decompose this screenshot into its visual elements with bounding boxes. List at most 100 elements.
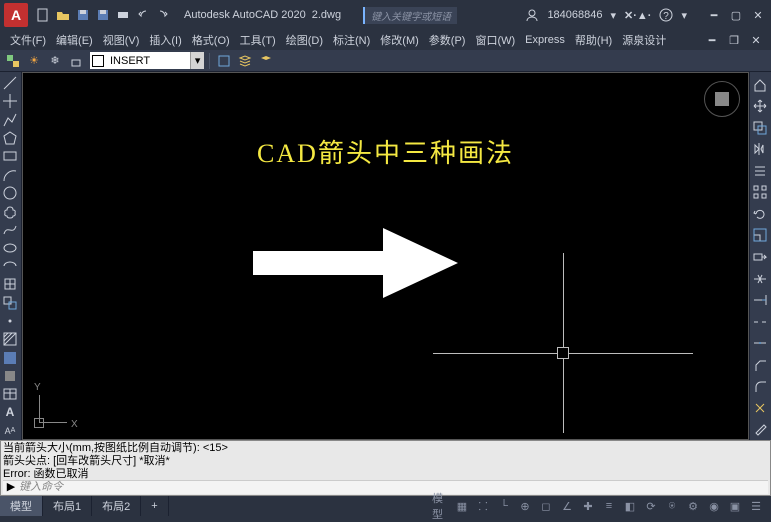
menu-window[interactable]: 窗口(W) — [471, 31, 519, 49]
chamfer-tool-icon[interactable] — [750, 355, 770, 375]
viewcube[interactable] — [704, 81, 740, 117]
osnap-toggle-icon[interactable]: ◻ — [537, 498, 555, 514]
command-input-row[interactable]: ▶ 键入命令 — [3, 480, 768, 494]
erase-tool-icon[interactable] — [750, 420, 770, 440]
model-toggle-icon[interactable]: 模型 — [432, 498, 450, 514]
x-exchange-icon[interactable]: ✕·▲· — [624, 9, 651, 22]
copy-tool-icon[interactable] — [750, 118, 770, 138]
menu-view[interactable]: 视图(V) — [99, 31, 144, 49]
layer-manager-icon[interactable] — [236, 52, 254, 70]
menu-tools[interactable]: 工具(T) — [236, 31, 280, 49]
snap-toggle-icon[interactable]: ⸬ — [474, 498, 492, 514]
join-tool-icon[interactable] — [750, 333, 770, 353]
insert-block-tool-icon[interactable] — [0, 276, 20, 292]
chevron-down-icon[interactable]: ▾ — [611, 9, 617, 22]
cycle-toggle-icon[interactable]: ⟳ — [642, 498, 660, 514]
tab-model[interactable]: 模型 — [0, 496, 43, 516]
otrack-toggle-icon[interactable]: ∠ — [558, 498, 576, 514]
stretch-tool-icon[interactable] — [750, 247, 770, 267]
saveas-icon[interactable] — [94, 6, 112, 24]
menu-format[interactable]: 格式(O) — [188, 31, 234, 49]
menu-dimension[interactable]: 标注(N) — [329, 31, 374, 49]
tab-layout1[interactable]: 布局1 — [43, 496, 92, 516]
polar-toggle-icon[interactable]: ⊕ — [516, 498, 534, 514]
doc-close-button[interactable]: ✕ — [747, 33, 765, 47]
rectangle-tool-icon[interactable] — [0, 148, 20, 164]
layer-states-icon[interactable] — [215, 52, 233, 70]
rotate-tool-icon[interactable] — [750, 204, 770, 224]
move-tool-icon[interactable] — [750, 97, 770, 117]
extend-tool-icon[interactable] — [750, 290, 770, 310]
gradient-tool-icon[interactable] — [0, 349, 20, 365]
text-tool-icon[interactable]: AA — [0, 423, 20, 439]
spline-tool-icon[interactable] — [0, 221, 20, 237]
polygon-tool-icon[interactable] — [0, 130, 20, 146]
new-icon[interactable] — [34, 6, 52, 24]
redo-icon[interactable] — [154, 6, 172, 24]
array-tool-icon[interactable] — [750, 183, 770, 203]
user-icon[interactable] — [525, 8, 539, 22]
table-tool-icon[interactable] — [0, 386, 20, 402]
region-tool-icon[interactable] — [0, 368, 20, 384]
menu-help[interactable]: 帮助(H) — [571, 31, 616, 49]
point-tool-icon[interactable] — [0, 313, 20, 329]
tab-add-button[interactable]: + — [141, 496, 168, 516]
menu-express[interactable]: Express — [521, 33, 569, 47]
menu-insert[interactable]: 插入(I) — [145, 31, 185, 49]
cleanscreen-toggle-icon[interactable]: ▣ — [726, 498, 744, 514]
isolate-toggle-icon[interactable]: ◉ — [705, 498, 723, 514]
drawing-canvas[interactable]: CAD箭头中三种画法 Y X — [22, 72, 749, 440]
explode-tool-icon[interactable] — [750, 398, 770, 418]
arc-tool-icon[interactable] — [0, 166, 20, 182]
menu-yuanquan[interactable]: 源泉设计 — [618, 31, 670, 49]
ortho-toggle-icon[interactable]: └ — [495, 498, 513, 514]
undo-icon[interactable] — [134, 6, 152, 24]
ellipse-tool-icon[interactable] — [0, 240, 20, 256]
open-icon[interactable] — [54, 6, 72, 24]
search-input[interactable]: 键入关键字或短语 — [363, 7, 457, 24]
plot-icon[interactable] — [114, 6, 132, 24]
fillet-tool-icon[interactable] — [750, 376, 770, 396]
offset-tool-icon[interactable] — [750, 161, 770, 181]
tab-layout2[interactable]: 布局2 — [92, 496, 141, 516]
menu-parametric[interactable]: 参数(P) — [425, 31, 470, 49]
command-line[interactable]: 当前箭头大小(mm,按图纸比例自动调节): <15> 箭头尖点: [回车改箭头尺… — [0, 440, 771, 496]
doc-restore-button[interactable]: ❐ — [725, 33, 743, 47]
make-block-tool-icon[interactable] — [0, 295, 20, 311]
dyn-toggle-icon[interactable]: ✚ — [579, 498, 597, 514]
xline-tool-icon[interactable] — [0, 93, 20, 109]
scale-tool-icon[interactable] — [750, 226, 770, 246]
mtext-tool-icon[interactable]: A — [0, 404, 20, 420]
user-name[interactable]: 184068846 — [547, 9, 602, 21]
save-icon[interactable] — [74, 6, 92, 24]
layer-off-icon[interactable]: ❄ — [46, 52, 64, 70]
menu-modify[interactable]: 修改(M) — [376, 31, 423, 49]
chevron-down-icon[interactable]: ▾ — [681, 9, 687, 22]
app-logo[interactable]: A — [4, 3, 28, 27]
polyline-tool-icon[interactable] — [0, 112, 20, 128]
minimize-button[interactable]: ━ — [705, 8, 723, 22]
transparency-toggle-icon[interactable]: ◧ — [621, 498, 639, 514]
lwt-toggle-icon[interactable]: ≡ — [600, 498, 618, 514]
chevron-down-icon[interactable]: ▾ — [190, 52, 204, 69]
sun-icon[interactable]: ☀ — [25, 52, 43, 70]
menu-edit[interactable]: 编辑(E) — [52, 31, 97, 49]
menu-draw[interactable]: 绘图(D) — [282, 31, 327, 49]
help-icon[interactable]: ? — [659, 8, 673, 22]
close-button[interactable]: ✕ — [749, 8, 767, 22]
circle-tool-icon[interactable] — [0, 185, 20, 201]
block-insert-icon[interactable] — [4, 52, 22, 70]
mirror-tool-icon[interactable] — [750, 140, 770, 160]
annotation-toggle-icon[interactable]: ⍟ — [663, 498, 681, 514]
revcloud-tool-icon[interactable] — [0, 203, 20, 219]
layer-iso-icon[interactable] — [257, 52, 275, 70]
break-tool-icon[interactable] — [750, 312, 770, 332]
layer-lock-icon[interactable] — [67, 52, 85, 70]
command-input[interactable]: 键入命令 — [19, 481, 768, 494]
customize-toggle-icon[interactable]: ☰ — [747, 498, 765, 514]
workspace-toggle-icon[interactable]: ⚙ — [684, 498, 702, 514]
line-tool-icon[interactable] — [0, 75, 20, 91]
menu-file[interactable]: 文件(F) — [6, 31, 50, 49]
grid-toggle-icon[interactable]: ▦ — [453, 498, 471, 514]
maximize-button[interactable]: ▢ — [727, 8, 745, 22]
